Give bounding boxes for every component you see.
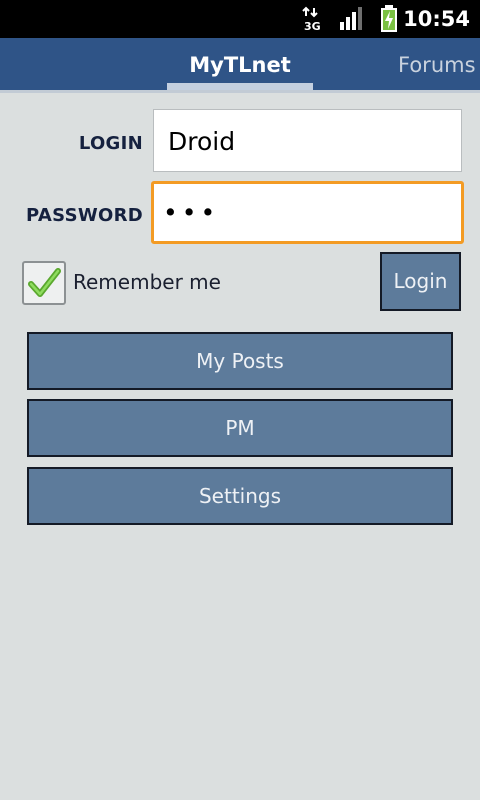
login-button[interactable]: Login (380, 252, 461, 311)
remember-me-checkbox[interactable] (22, 261, 66, 305)
settings-button[interactable]: Settings (27, 467, 453, 525)
checkmark-icon (28, 268, 61, 297)
my-posts-button[interactable]: My Posts (27, 332, 453, 390)
pm-button[interactable]: PM (27, 399, 453, 457)
remember-me-label[interactable]: Remember me (73, 270, 221, 294)
data-arrows-3g-icon: 3G (302, 6, 321, 33)
selected-tab-indicator (167, 83, 313, 90)
battery-charging-icon (381, 5, 397, 32)
tab-bar: MyTLnet Forums (0, 38, 480, 90)
signal-bars-icon (340, 7, 362, 30)
login-field[interactable]: Droid (153, 109, 462, 172)
login-label: LOGIN (78, 133, 143, 154)
clock: 10:54 (403, 7, 470, 31)
tab-forums[interactable]: Forums (398, 38, 476, 90)
network-type-label: 3G (304, 20, 321, 33)
tab-bar-divider (0, 90, 480, 93)
password-field[interactable]: ••• (151, 181, 464, 244)
password-label: PASSWORD (26, 205, 143, 226)
status-bar: 3G 10:54 (0, 0, 480, 38)
